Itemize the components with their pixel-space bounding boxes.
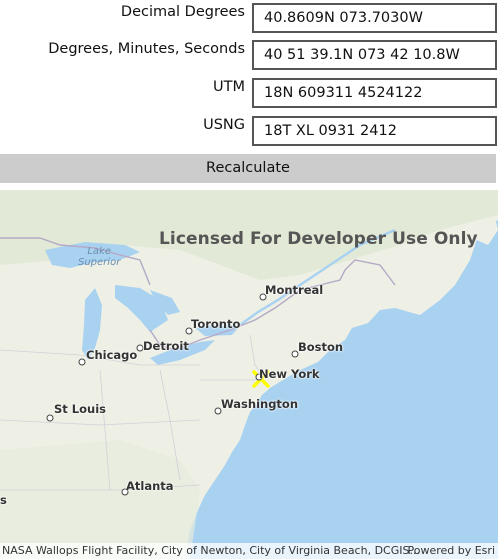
lake-superior-label-line2: Superior: [78, 257, 121, 268]
coordinate-form: Decimal Degrees 40.8609N 073.7030W Degre…: [0, 0, 498, 190]
decimal-degrees-field[interactable]: 40.8609N 073.7030W: [252, 3, 497, 33]
city-boston: Boston: [298, 340, 344, 354]
city-st-louis: St Louis: [54, 402, 106, 416]
city-atlanta: Atlanta: [126, 479, 174, 493]
lake-superior-label: Lake Superior: [78, 246, 120, 268]
south-tint: [0, 440, 200, 559]
city-edge-fragment: s: [0, 493, 7, 507]
powered-by-esri[interactable]: Powered by Esri: [407, 543, 495, 559]
developer-watermark: Licensed For Developer Use Only: [159, 229, 478, 249]
city-toronto: Toronto: [191, 317, 241, 331]
map-view[interactable]: Licensed For Developer Use Only Lake Sup…: [0, 190, 498, 559]
recalculate-button[interactable]: Recalculate: [0, 154, 496, 183]
dms-label: Degrees, Minutes, Seconds: [48, 41, 245, 57]
attribution-text[interactable]: NASA Wallops Flight Facility, City of Ne…: [2, 543, 420, 559]
decimal-degrees-label: Decimal Degrees: [120, 4, 245, 20]
lake-superior-label-line1: Lake: [87, 246, 111, 257]
usng-field[interactable]: 18T XL 0931 2412: [252, 116, 497, 146]
usng-label: USNG: [203, 117, 245, 133]
city-montreal: Montreal: [265, 283, 324, 297]
utm-field[interactable]: 18N 609311 4524122: [252, 78, 497, 108]
dms-field[interactable]: 40 51 39.1N 073 42 10.8W: [252, 40, 497, 70]
city-detroit: Detroit: [143, 339, 189, 353]
city-new-york: New York: [259, 367, 320, 381]
city-chicago: Chicago: [86, 348, 138, 362]
city-washington: Washington: [221, 397, 299, 411]
attribution-bar: NASA Wallops Flight Facility, City of Ne…: [0, 543, 498, 559]
utm-label: UTM: [213, 79, 245, 95]
